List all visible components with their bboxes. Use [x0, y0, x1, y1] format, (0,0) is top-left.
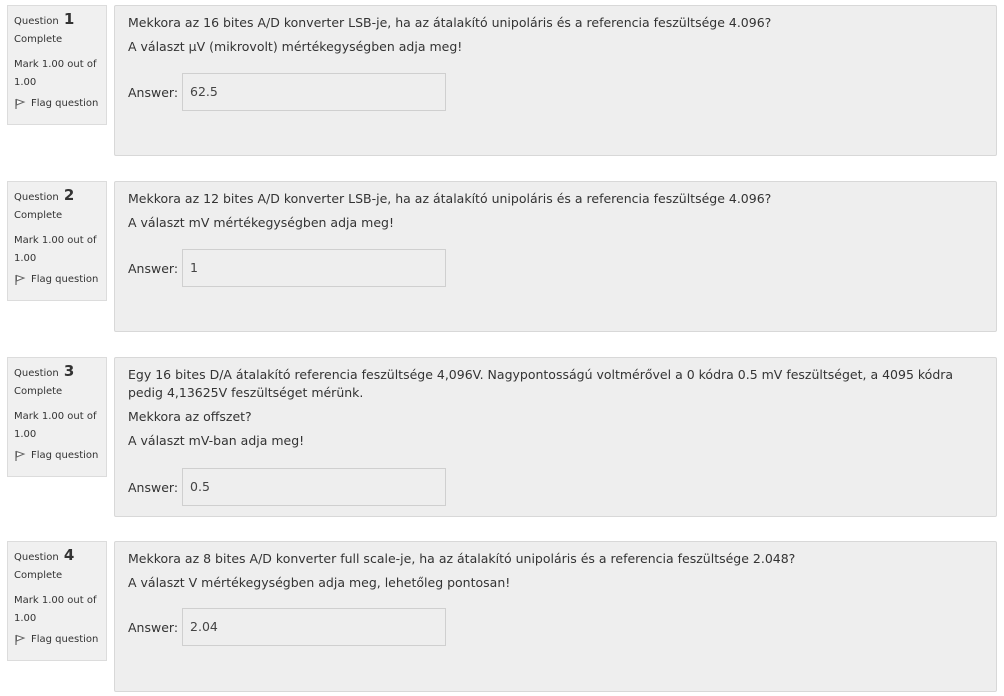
question-instruction: A választ µV (mikrovolt) mértékegységben… — [128, 39, 463, 54]
question-instruction: A választ V mértékegységben adja meg, le… — [128, 575, 511, 590]
answer-row: Answer: 1 — [128, 249, 447, 287]
answer-row: Answer: 62.5 — [128, 73, 447, 111]
flag-question-label: Flag question — [31, 98, 99, 109]
question-label: Question — [14, 552, 59, 563]
question-grade: Mark 1.00 out of 1.00 — [14, 411, 97, 440]
question-number-value: 1 — [63, 10, 75, 28]
answer-label: Answer: — [128, 619, 179, 635]
question-state: Complete — [14, 386, 63, 397]
question-instruction: A választ mV-ban adja meg! — [128, 433, 305, 448]
question-number-value: 3 — [63, 362, 75, 380]
answer-input[interactable]: 0.5 — [182, 468, 447, 506]
answer-label: Answer: — [128, 84, 179, 100]
question-info: Question 2 Complete Mark 1.00 out of 1.0… — [7, 181, 107, 301]
question-content: Mekkora az 16 bites A/D konverter LSB-je… — [114, 5, 997, 156]
question-number-value: 2 — [63, 186, 75, 204]
answer-row: Answer: 2.04 — [128, 608, 447, 646]
flag-icon — [15, 634, 26, 645]
answer-input[interactable]: 62.5 — [182, 73, 447, 111]
question-content: Mekkora az 8 bites A/D konverter full sc… — [114, 541, 997, 692]
flag-icon — [15, 98, 26, 109]
question-label: Question — [14, 368, 59, 379]
flag-question-label: Flag question — [31, 634, 99, 645]
question-info: Question 1 Complete Mark 1.00 out of 1.0… — [7, 5, 107, 125]
flag-icon — [15, 450, 26, 461]
question-grade: Mark 1.00 out of 1.00 — [14, 59, 97, 88]
question-number: Question 2 — [14, 187, 100, 203]
question-number: Question 1 — [14, 11, 100, 27]
question-state: Complete — [14, 34, 63, 45]
question-label: Question — [14, 16, 59, 27]
question-number-value: 4 — [63, 546, 75, 564]
flag-question-link[interactable]: Flag question — [14, 273, 100, 287]
flag-question-link[interactable]: Flag question — [14, 449, 100, 463]
question-text: Mekkora az 16 bites A/D konverter LSB-je… — [128, 15, 772, 30]
question-info: Question 3 Complete Mark 1.00 out of 1.0… — [7, 357, 107, 477]
flag-question-label: Flag question — [31, 274, 99, 285]
answer-label: Answer: — [128, 260, 179, 276]
question-text: Egy 16 bites D/A átalakító referencia fe… — [128, 367, 954, 400]
question-number: Question 4 — [14, 547, 100, 563]
question-subquestion: Mekkora az offszet? — [128, 409, 252, 424]
question-state: Complete — [14, 210, 63, 221]
flag-question-label: Flag question — [31, 450, 99, 461]
question-state: Complete — [14, 570, 63, 581]
question-info: Question 4 Complete Mark 1.00 out of 1.0… — [7, 541, 107, 661]
flag-question-link[interactable]: Flag question — [14, 97, 100, 111]
question-text: Mekkora az 12 bites A/D konverter LSB-je… — [128, 191, 772, 206]
question-text: Mekkora az 8 bites A/D konverter full sc… — [128, 551, 796, 566]
question-number: Question 3 — [14, 363, 100, 379]
question-content: Mekkora az 12 bites A/D konverter LSB-je… — [114, 181, 997, 332]
question-grade: Mark 1.00 out of 1.00 — [14, 595, 97, 624]
flag-question-link[interactable]: Flag question — [14, 633, 100, 647]
answer-input[interactable]: 1 — [182, 249, 447, 287]
answer-row: Answer: 0.5 — [128, 468, 447, 506]
question-instruction: A választ mV mértékegységben adja meg! — [128, 215, 394, 230]
flag-icon — [15, 274, 26, 285]
answer-label: Answer: — [128, 479, 179, 495]
question-label: Question — [14, 192, 59, 203]
question-content: Egy 16 bites D/A átalakító referencia fe… — [114, 357, 997, 517]
answer-input[interactable]: 2.04 — [182, 608, 447, 646]
question-grade: Mark 1.00 out of 1.00 — [14, 235, 97, 264]
